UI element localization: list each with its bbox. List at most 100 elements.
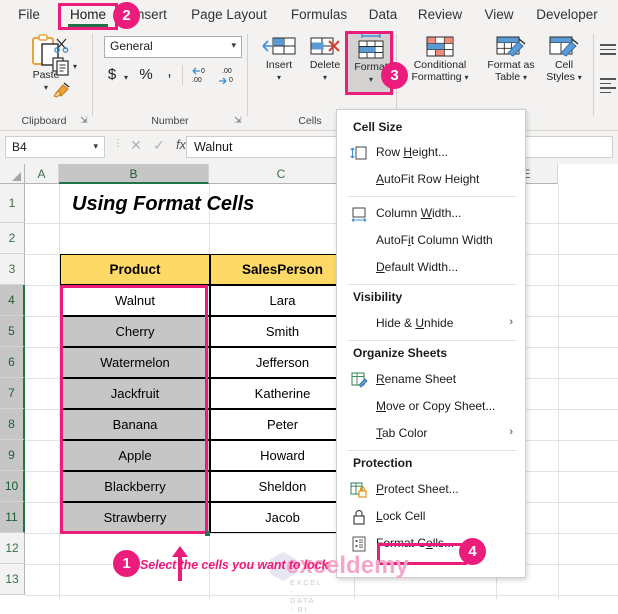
row-header-9[interactable]: 9 <box>0 440 25 471</box>
step-badge-3: 3 <box>381 62 408 89</box>
gridline <box>25 223 618 224</box>
menu-item-format-cells[interactable]: Format Cells... <box>337 532 525 556</box>
menu-item-label: Format Cells... <box>376 536 455 550</box>
table-cell-salesperson[interactable]: Smith <box>210 316 355 347</box>
table-header-product[interactable]: Product <box>60 254 210 285</box>
row-header-12[interactable]: 12 <box>0 533 25 564</box>
step-badge-2: 2 <box>113 2 140 29</box>
row-header-3[interactable]: 3 <box>0 254 25 285</box>
delete-cells-button[interactable]: Delete ▾ <box>302 34 348 83</box>
menu-item-row-height[interactable]: Row Height... <box>337 141 525 165</box>
increase-decimal-button[interactable]: 0 .00 <box>190 66 212 89</box>
currency-chevron-icon[interactable]: ▾ <box>124 74 128 82</box>
column-header-B[interactable]: B <box>59 164 209 184</box>
menu-item-label: Lock Cell <box>376 509 426 523</box>
percent-button[interactable]: % <box>137 66 155 83</box>
format-as-table-button[interactable]: Format as Table ▾ <box>482 34 540 83</box>
svg-text:0: 0 <box>201 68 205 75</box>
chevron-down-icon[interactable]: ▾ <box>523 73 527 82</box>
name-box[interactable]: B4 ▾ <box>5 136 105 158</box>
table-header-salesperson[interactable]: SalesPerson <box>210 254 355 285</box>
copy-icon[interactable] <box>52 57 70 81</box>
chevron-down-icon[interactable]: ▾ <box>578 73 582 82</box>
table-cell-salesperson[interactable]: Lara <box>210 285 355 316</box>
row-header-1[interactable]: 1 <box>0 184 25 223</box>
menu-item-protect-sheet[interactable]: Protect Sheet... <box>337 478 525 502</box>
cell-styles-label-2: Styles ▾ <box>546 70 582 83</box>
menu-separator <box>347 340 517 341</box>
insert-cells-button[interactable]: Insert ▾ <box>256 34 302 83</box>
ribbon-tab-view[interactable]: View <box>482 0 516 30</box>
cells-group-label: Cells <box>298 115 322 127</box>
chevron-down-icon[interactable]: ▾ <box>323 73 327 82</box>
currency-button[interactable]: $ <box>104 66 120 83</box>
ribbon-tab-bar: File Home Insert Page Layout Formulas Data Rev… <box>0 0 618 30</box>
menu-item-rename-sheet[interactable]: Rename Sheet <box>337 368 525 392</box>
step-badge-4: 4 <box>459 538 486 565</box>
menu-separator <box>347 196 517 197</box>
chevron-down-icon[interactable]: ▾ <box>93 141 98 152</box>
comma-button[interactable]: , <box>159 63 177 80</box>
ribbon-tab-review[interactable]: Review <box>416 0 464 30</box>
editing-menu-icon-bottom[interactable] <box>600 78 616 96</box>
format-as-table-label-2: Table ▾ <box>494 70 528 83</box>
gridline <box>25 595 618 596</box>
menu-section-header: Organize Sheets <box>353 346 448 360</box>
row-header-2[interactable]: 2 <box>0 223 25 254</box>
ribbon-tab-file[interactable]: File <box>12 0 46 30</box>
table-cell-salesperson[interactable]: Jefferson <box>210 347 355 378</box>
row-header-6[interactable]: 6 <box>0 347 25 378</box>
check-icon[interactable]: ✓ <box>148 137 170 154</box>
menu-item-tab-color[interactable]: Tab Color › <box>337 422 525 446</box>
copy-chevron-icon[interactable]: ▾ <box>73 63 77 71</box>
chevron-down-icon[interactable]: ▾ <box>231 40 236 51</box>
group-divider-1 <box>92 34 93 116</box>
row-header-5[interactable]: 5 <box>0 316 25 347</box>
number-dialog-launcher[interactable]: ⇲ <box>234 115 242 126</box>
ribbon-tab-formulas[interactable]: Formulas <box>288 0 350 30</box>
row-header-11[interactable]: 11 <box>0 502 25 533</box>
menu-item-hide-unhide[interactable]: Hide & Unhide › <box>337 312 525 336</box>
chevron-down-icon[interactable]: ▾ <box>44 83 48 92</box>
row-header-10[interactable]: 10 <box>0 471 25 502</box>
formula-bar-separator: ⋮ <box>113 138 123 149</box>
decrease-decimal-button[interactable]: .00 0 <box>217 66 239 89</box>
menu-section-header: Visibility <box>353 290 403 304</box>
row-header-8[interactable]: 8 <box>0 409 25 440</box>
format-painter-icon[interactable] <box>52 80 72 103</box>
menu-item-column-width[interactable]: Column Width... <box>337 202 525 226</box>
selection-fill-handle[interactable] <box>205 531 210 536</box>
menu-item-label: Column Width... <box>376 206 462 220</box>
menu-item-autofit-row-height[interactable]: AutoFit Row Height <box>337 168 525 192</box>
menu-item-move-or-copy-sheet[interactable]: Move or Copy Sheet... <box>337 395 525 419</box>
row-header-4[interactable]: 4 <box>0 285 25 316</box>
number-format-select[interactable]: General ▾ <box>104 36 242 58</box>
table-cell-salesperson[interactable]: Jacob <box>210 502 355 533</box>
format-dropdown-menu[interactable]: Cell Size Row Height... AutoFit Row Height… <box>336 109 526 578</box>
cancel-icon[interactable]: ✕ <box>125 137 147 154</box>
column-header-C[interactable]: C <box>209 164 354 184</box>
ribbon-tab-data[interactable]: Data <box>366 0 400 30</box>
conditional-formatting-button[interactable]: Conditional Formatting ▾ <box>400 34 480 83</box>
chevron-down-icon[interactable]: ▾ <box>369 75 373 84</box>
menu-item-default-width[interactable]: Default Width... <box>337 256 525 280</box>
ribbon-tab-page-layout[interactable]: Page Layout <box>188 0 270 30</box>
table-cell-salesperson[interactable]: Peter <box>210 409 355 440</box>
row-header-13[interactable]: 13 <box>0 564 25 595</box>
column-header-A[interactable]: A <box>25 164 59 184</box>
clipboard-dialog-launcher[interactable]: ⇲ <box>80 115 88 126</box>
editing-menu-icon-top[interactable] <box>600 44 616 58</box>
menu-item-label: Move or Copy Sheet... <box>376 399 496 413</box>
select-all-corner[interactable] <box>0 164 25 184</box>
chevron-down-icon[interactable]: ▾ <box>277 73 281 82</box>
ribbon-tab-developer[interactable]: Developer <box>532 0 602 30</box>
chevron-down-icon[interactable]: ▾ <box>465 73 469 82</box>
menu-item-lock-cell[interactable]: Lock Cell <box>337 505 525 529</box>
scissors-icon[interactable] <box>53 36 70 58</box>
table-cell-salesperson[interactable]: Sheldon <box>210 471 355 502</box>
table-cell-salesperson[interactable]: Katherine <box>210 378 355 409</box>
table-cell-salesperson[interactable]: Howard <box>210 440 355 471</box>
menu-item-autofit-column-width[interactable]: AutoFit Column Width <box>337 229 525 253</box>
row-header-7[interactable]: 7 <box>0 378 25 409</box>
cell-styles-button[interactable]: Cell Styles ▾ <box>540 34 588 83</box>
